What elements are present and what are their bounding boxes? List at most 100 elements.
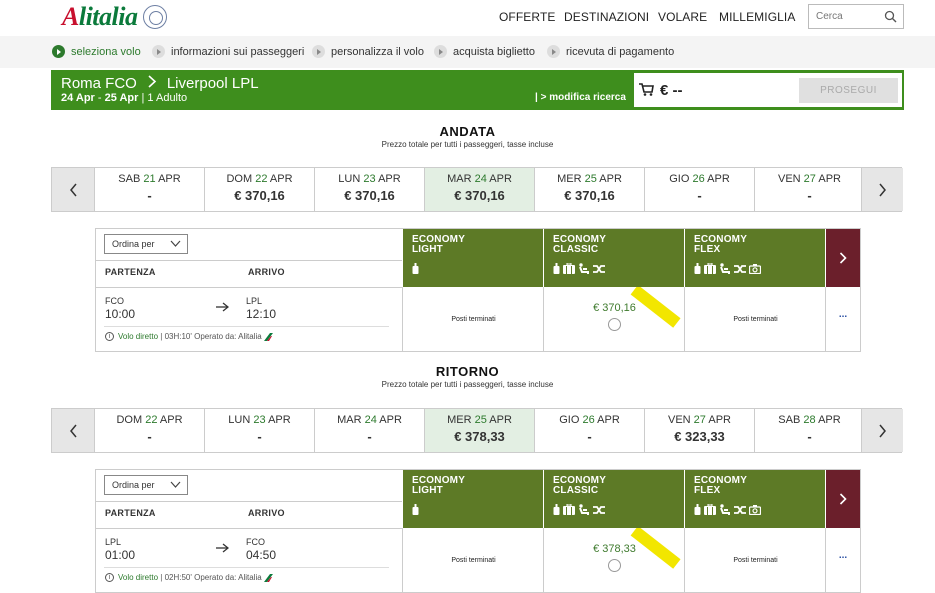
hand-baggage-icon [694, 504, 701, 515]
step-seleziona-volo[interactable]: seleziona volo [52, 45, 141, 58]
fare-header-economy-flex: ECONOMY FLEX [684, 229, 825, 287]
return-flight-table: Ordina per PARTENZA ARRIVO LPL 01:00 FCO 04:50… [95, 469, 861, 593]
nav-millemiglia[interactable]: MILLEMIGLIA [719, 10, 795, 24]
route-title: Roma FCO Liverpool LPL [61, 75, 259, 92]
fare-cell-economy-classic[interactable]: € 378,33 [543, 528, 684, 592]
search-input[interactable]: Cerca [808, 4, 904, 29]
prev-dates-button[interactable] [52, 168, 94, 211]
fare-radio[interactable] [608, 559, 621, 572]
date-month: APR [818, 414, 841, 426]
fare-radio[interactable] [608, 318, 621, 331]
alitalia-logo[interactable]: Alitalia [62, 2, 168, 31]
nav-offerte[interactable]: OFFERTE [499, 10, 555, 24]
fare-cell-economy-classic[interactable]: € 370,16 [543, 287, 684, 351]
departure-time: 10:00 [105, 307, 136, 321]
next-dates-button[interactable] [861, 409, 903, 452]
refund-icon [749, 505, 761, 515]
cart-total: € -- [660, 82, 683, 99]
date-option[interactable]: GIO 26 APR - [534, 409, 644, 452]
date-price: - [807, 188, 812, 203]
fare-features [412, 504, 419, 515]
fare-price: € 378,33 [593, 543, 636, 555]
date-number: 21 [143, 173, 156, 185]
modify-search-link[interactable]: | > modifica ricerca [535, 92, 626, 103]
sort-dropdown[interactable]: Ordina per [104, 234, 188, 254]
checked-baggage-icon [563, 263, 575, 274]
return-date: 25 Apr [104, 92, 139, 104]
divider [104, 326, 389, 327]
date-option[interactable]: GIO 26 APR - [644, 168, 754, 211]
date-label: SAB 21 APR [95, 173, 204, 185]
step-personalizza-volo[interactable]: personalizza il volo [312, 45, 424, 58]
fare-cell-economy-light: Posti terminati [402, 528, 543, 592]
date-day: MAR [447, 173, 472, 185]
more-fares-button[interactable] [826, 229, 860, 287]
flight-info[interactable]: i Volo diretto | 02H:50' Operato da: Alit… [105, 573, 273, 582]
flight-info[interactable]: i Volo diretto | 03H:10' Operato da: Alit… [105, 332, 273, 341]
skyteam-icon [143, 5, 168, 29]
step-arrow-icon [52, 45, 65, 58]
nav-destinazioni[interactable]: DESTINAZIONI [564, 10, 649, 24]
date-option[interactable]: VEN 27 APR € 323,33 [644, 409, 754, 452]
date-day: MER [447, 414, 472, 426]
refund-icon [749, 264, 761, 274]
chevron-left-icon [69, 424, 77, 437]
step-informazioni-passeggeri[interactable]: informazioni sui passeggeri [152, 45, 304, 58]
route-destination: Liverpool LPL [166, 75, 259, 92]
sort-dropdown[interactable]: Ordina per [104, 475, 188, 495]
departure-airport: LPL [105, 537, 122, 547]
chevron-right-icon [839, 493, 847, 505]
date-month: APR [818, 173, 841, 185]
flight-duration-operator: | 03H:10' Operato da: Alitalia [160, 332, 262, 341]
nav-volare[interactable]: VOLARE [658, 10, 707, 24]
sort-label: Ordina per [112, 239, 155, 249]
date-month: APR [378, 173, 401, 185]
step-label: acquista biglietto [453, 45, 535, 58]
fare-header-economy-classic: ECONOMY CLASSIC [543, 229, 684, 287]
more-options[interactable]: ... [825, 287, 860, 351]
date-day: DOM [116, 414, 143, 426]
divider [96, 528, 402, 529]
date-option[interactable]: LUN 23 APR - [204, 409, 314, 452]
date-option[interactable]: MER 25 APR € 370,16 [534, 168, 644, 211]
departure-airport: FCO [105, 296, 124, 306]
date-option[interactable]: DOM 22 APR € 370,16 [204, 168, 314, 211]
date-day: DOM [226, 173, 253, 185]
arrow-right-icon [216, 302, 229, 312]
date-day: GIO [559, 414, 580, 426]
hand-baggage-icon [553, 504, 560, 515]
date-option[interactable]: MAR 24 APR - [314, 409, 424, 452]
more-fares-button[interactable] [826, 470, 860, 528]
flight-duration-operator: | 02H:50' Operato da: Alitalia [160, 573, 262, 582]
fare-features [553, 263, 605, 274]
date-month: APR [158, 173, 181, 185]
step-label: ricevuta di pagamento [566, 45, 675, 58]
date-price: € 370,16 [344, 188, 395, 203]
proceed-button[interactable]: PROSEGUI [799, 78, 898, 103]
sold-out-label: Posti terminati [733, 557, 778, 564]
hand-baggage-icon [412, 504, 419, 515]
step-arrow-icon [312, 45, 325, 58]
outbound-title: ANDATA [439, 124, 496, 139]
cart-icon [639, 83, 654, 96]
more-options[interactable]: ... [825, 528, 860, 592]
prev-dates-button[interactable] [52, 409, 94, 452]
step-ricevuta-pagamento[interactable]: ricevuta di pagamento [547, 45, 674, 58]
date-option[interactable]: SAB 21 APR - [94, 168, 204, 211]
step-acquista-biglietto[interactable]: acquista biglietto [434, 45, 535, 58]
date-month: APR [269, 173, 293, 185]
date-option[interactable]: DOM 22 APR - [94, 409, 204, 452]
passenger-count: 1 Adulto [147, 92, 188, 104]
route-dates: 24 Apr - 25 Apr | 1 Adulto [61, 92, 188, 104]
date-option[interactable]: VEN 27 APR - [754, 168, 864, 211]
date-option[interactable]: LUN 23 APR € 370,16 [314, 168, 424, 211]
date-option[interactable]: MER 25 APR € 378,33 [424, 409, 534, 452]
date-day: SAB [778, 414, 801, 426]
date-option[interactable]: SAB 28 APR - [754, 409, 864, 452]
alitalia-tail-icon [263, 573, 273, 582]
date-day: GIO [669, 173, 690, 185]
search-icon[interactable] [884, 10, 897, 23]
date-option[interactable]: MAR 24 APR € 370,16 [424, 168, 534, 211]
next-dates-button[interactable] [861, 168, 903, 211]
search-placeholder: Cerca [816, 11, 843, 22]
